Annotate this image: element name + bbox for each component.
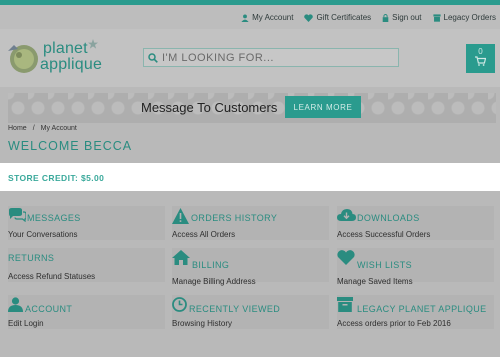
utility-links: My Account Gift Certificates Sign out Le… bbox=[241, 13, 496, 22]
breadcrumb-home[interactable]: Home bbox=[8, 125, 27, 132]
my-account-label: My Account bbox=[252, 13, 294, 22]
card-subtitle: Access Refund Statuses bbox=[8, 272, 96, 281]
breadcrumb-current: My Account bbox=[40, 125, 77, 132]
breadcrumb: Home / My Account bbox=[8, 125, 77, 132]
heart-icon bbox=[337, 250, 355, 265]
card-subtitle: Access Successful Orders bbox=[337, 230, 431, 239]
box-icon bbox=[337, 297, 353, 312]
card-subtitle: Edit Login bbox=[8, 319, 44, 328]
account-card-returns[interactable]: RETURNS Access Refund Statuses bbox=[8, 248, 165, 282]
warning-icon bbox=[172, 208, 189, 224]
card-subtitle: Manage Saved Items bbox=[337, 277, 413, 286]
cloud-download-icon bbox=[337, 209, 356, 221]
utility-bar: My Account Gift Certificates Sign out Le… bbox=[0, 5, 500, 29]
account-card-wish-lists[interactable]: WISH LISTS Manage Saved Items bbox=[337, 248, 494, 286]
search-bar bbox=[143, 48, 399, 67]
card-title: BILLING bbox=[192, 260, 230, 270]
user-icon bbox=[8, 297, 23, 312]
search-input[interactable] bbox=[162, 51, 392, 64]
heart-icon bbox=[304, 13, 314, 22]
account-card-billing[interactable]: BILLING Manage Billing Address bbox=[172, 248, 329, 286]
search-icon[interactable] bbox=[144, 52, 162, 63]
card-title: DOWNLOADS bbox=[357, 213, 420, 223]
globe-logo-icon bbox=[8, 45, 38, 73]
home-icon bbox=[172, 250, 190, 265]
logo-word-applique: applique bbox=[40, 56, 103, 73]
breadcrumb-separator: / bbox=[32, 125, 35, 132]
card-subtitle: Access All Orders bbox=[172, 230, 236, 239]
cart-count: 0 bbox=[478, 47, 483, 56]
lock-icon bbox=[382, 13, 389, 22]
account-card-messages[interactable]: MESSAGES Your Conversations bbox=[8, 206, 165, 240]
account-card-downloads[interactable]: DOWNLOADS Access Successful Orders bbox=[337, 206, 494, 240]
card-title: WISH LISTS bbox=[357, 260, 413, 270]
card-title: LEGACY PLANET APPLIQUE bbox=[357, 304, 487, 314]
user-icon bbox=[241, 13, 249, 22]
box-icon bbox=[432, 13, 441, 22]
card-subtitle: Your Conversations bbox=[8, 230, 78, 239]
cart-button[interactable]: 0 bbox=[466, 44, 495, 73]
site-logo[interactable]: planet applique bbox=[8, 39, 108, 79]
store-credit-text: STORE CREDIT: $5.00 bbox=[8, 173, 105, 183]
legacy-orders-label: Legacy Orders bbox=[443, 13, 496, 22]
account-card-account[interactable]: ACCOUNT Edit Login bbox=[8, 295, 165, 329]
sign-out-link[interactable]: Sign out bbox=[382, 13, 422, 22]
cart-icon bbox=[475, 56, 486, 66]
gift-certificates-label: Gift Certificates bbox=[316, 13, 372, 22]
account-card-orders-history[interactable]: ORDERS HISTORY Access All Orders bbox=[172, 206, 329, 240]
card-subtitle: Manage Billing Address bbox=[172, 277, 256, 286]
gift-certificates-link[interactable]: Gift Certificates bbox=[304, 13, 371, 22]
my-account-link[interactable]: My Account bbox=[241, 13, 293, 22]
card-title: RETURNS bbox=[8, 253, 55, 263]
account-card-recently-viewed[interactable]: RECENTLY VIEWED Browsing History bbox=[172, 295, 329, 329]
card-subtitle: Browsing History bbox=[172, 319, 233, 328]
card-title: RECENTLY VIEWED bbox=[189, 304, 281, 314]
star-icon bbox=[88, 39, 98, 49]
banner-message: Message To Customers bbox=[141, 100, 278, 115]
card-title: ACCOUNT bbox=[25, 304, 73, 314]
legacy-orders-link[interactable]: Legacy Orders bbox=[432, 13, 496, 22]
card-title: ORDERS HISTORY bbox=[191, 213, 278, 223]
sign-out-label: Sign out bbox=[392, 13, 422, 22]
account-card-legacy-planet-applique[interactable]: LEGACY PLANET APPLIQUE Access orders pri… bbox=[337, 295, 494, 329]
card-title: MESSAGES bbox=[27, 213, 81, 223]
welcome-heading: WELCOME BECCA bbox=[8, 139, 133, 153]
learn-more-button[interactable]: LEARN MORE bbox=[285, 96, 361, 118]
chat-icon bbox=[9, 208, 26, 222]
clock-icon bbox=[172, 297, 187, 312]
card-subtitle: Access orders prior to Feb 2016 bbox=[337, 319, 451, 328]
